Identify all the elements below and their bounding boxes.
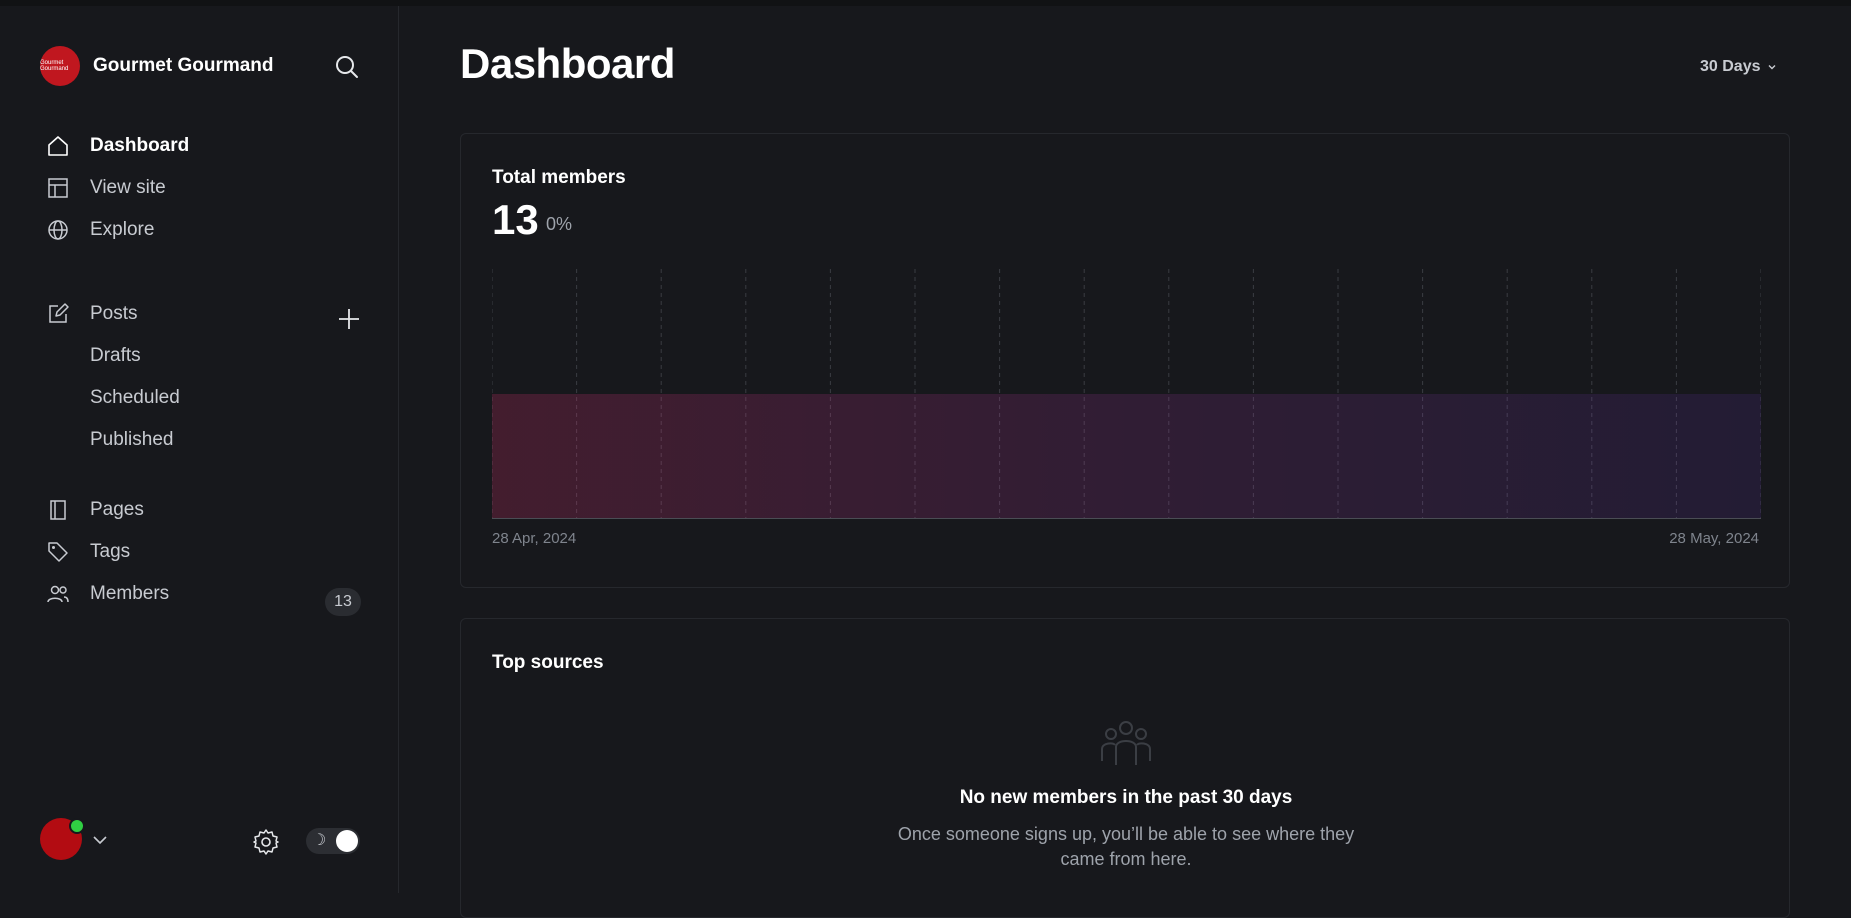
sidebar: Gourmet Gourmand Gourmet Gourmand Dashbo… [0,6,399,893]
add-post-icon[interactable] [336,306,362,332]
chart-point[interactable] [658,391,664,397]
members-group-icon [1099,717,1153,771]
chevron-down-icon[interactable] [92,832,108,848]
sidebar-item-explore[interactable]: Explore [46,216,154,244]
sidebar-item-label: View site [90,177,166,198]
chart-point[interactable] [827,391,833,397]
chart-start-date: 28 Apr, 2024 [492,530,577,547]
members-icon [46,582,70,606]
chart-point[interactable] [912,391,918,397]
layout-icon [46,176,70,200]
chart-point[interactable] [997,391,1003,397]
page-icon [46,498,70,522]
sidebar-item-drafts[interactable]: Drafts [90,342,141,370]
date-range-label: 30 Days [1700,58,1761,75]
chart-point[interactable] [1250,391,1256,397]
chart-point[interactable] [1589,391,1595,397]
sidebar-item-label: Posts [90,303,138,324]
page-title: Dashboard [460,40,675,87]
toggle-knob [336,830,358,852]
empty-state-description: Once someone signs up, you’ll be able to… [897,824,1355,869]
gear-icon[interactable] [252,828,280,856]
sidebar-item-pages[interactable]: Pages [46,496,144,524]
chart-point[interactable] [1166,391,1172,397]
brand[interactable]: Gourmet Gourmand Gourmet Gourmand [40,46,274,86]
chart-area [492,394,1761,519]
sidebar-item-tags[interactable]: Tags [46,538,130,566]
home-icon [46,134,70,158]
date-range-select[interactable]: 30 Days [1700,58,1777,76]
sidebar-item-published[interactable]: Published [90,426,173,454]
sidebar-item-posts[interactable]: Posts [46,300,138,328]
chart-point[interactable] [1504,391,1510,397]
top-sources-card: Top sources No new members in the past 3… [460,618,1790,918]
chart-point[interactable] [743,391,749,397]
members-chart[interactable] [492,269,1761,519]
edit-icon [46,302,70,326]
sidebar-item-dashboard[interactable]: Dashboard [46,132,189,160]
members-total: 13 [492,196,539,243]
sidebar-item-scheduled[interactable]: Scheduled [90,384,180,412]
online-status-indicator [69,818,85,834]
card-title: Total members [492,167,626,188]
globe-icon [46,218,70,242]
chevron-down-icon [1768,65,1775,70]
sidebar-item-label: Dashboard [90,135,190,156]
chart-point[interactable] [574,391,580,397]
tag-icon [46,540,70,564]
total-members-card: Total members 13 0% 28 Apr, 2024 28 May,… [460,133,1790,588]
chart-point[interactable] [1673,391,1679,397]
theme-toggle[interactable]: ☽ [306,828,360,854]
brand-logo: Gourmet Gourmand [40,46,80,86]
brand-name: Gourmet Gourmand [93,55,274,76]
sidebar-item-label: Pages [90,499,144,520]
chart-end-date: 28 May, 2024 [1669,530,1759,547]
sidebar-item-view-site[interactable]: View site [46,174,166,202]
sidebar-item-label: Members [90,583,170,604]
members-count-badge: 13 [325,588,361,616]
chart-point[interactable] [1420,391,1426,397]
chart-point[interactable] [1081,391,1087,397]
empty-state-title: No new members in the past 30 days [959,787,1293,808]
chart-point[interactable] [1335,391,1341,397]
card-title: Top sources [492,652,604,673]
sidebar-item-members[interactable]: Members [46,580,169,608]
sidebar-item-label: Tags [90,541,131,562]
sidebar-item-label: Explore [90,219,155,240]
moon-icon: ☽ [312,832,327,849]
search-icon[interactable] [332,52,362,82]
members-change: 0% [546,214,573,234]
